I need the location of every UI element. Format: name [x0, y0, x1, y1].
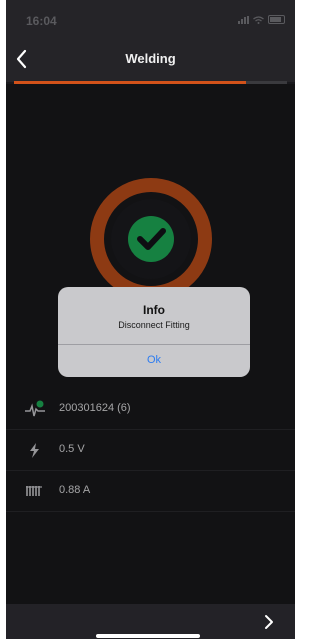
page-title: Welding: [125, 51, 176, 66]
status-bar: 16:04: [6, 0, 295, 36]
ok-button[interactable]: Ok: [58, 344, 250, 377]
status-icons: [238, 15, 285, 24]
signal-icon: [238, 15, 249, 24]
wifi-icon: [253, 15, 264, 24]
dialog-message: Disconnect Fitting: [118, 320, 190, 330]
app-screen: 16:04 Welding 200301624 (6) 0.5 V 0.88 A…: [6, 0, 295, 639]
next-button[interactable]: [261, 614, 277, 630]
status-time: 16:04: [26, 14, 57, 28]
info-dialog: Info Disconnect Fitting Ok: [58, 287, 250, 377]
home-indicator: [96, 634, 200, 638]
dialog-title: Info: [143, 303, 165, 317]
battery-icon: [268, 15, 285, 24]
navigation-bar: Welding: [6, 36, 295, 82]
chevron-right-icon: [265, 615, 273, 629]
